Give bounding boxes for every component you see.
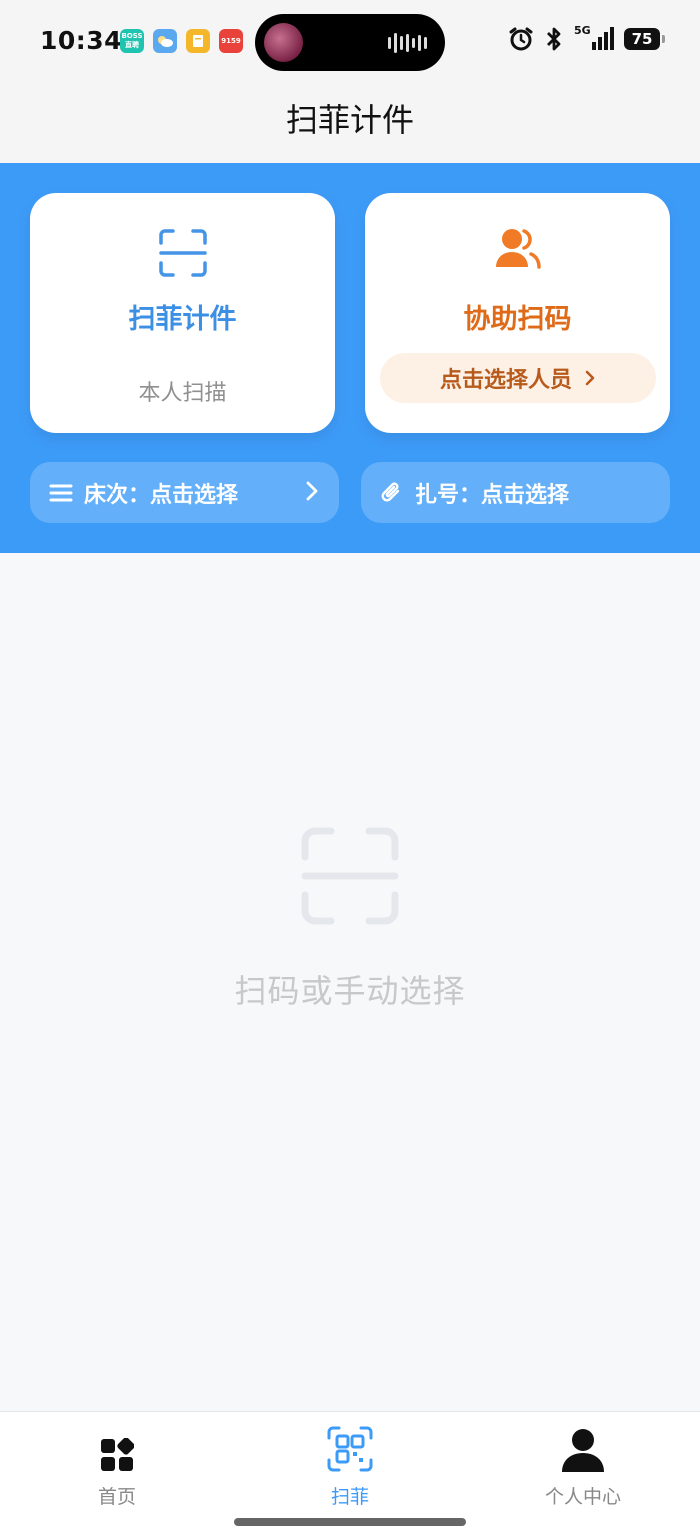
boss-app-icon: BOSS 直聘	[120, 29, 144, 53]
red-app-icon: 9159	[219, 29, 243, 53]
chevron-right-icon	[585, 370, 595, 386]
alarm-icon	[509, 27, 533, 51]
self-scan-title: 扫菲计件	[128, 304, 237, 335]
bed-select-label: 床次：点击选择	[84, 482, 239, 508]
status-app-icons: BOSS 直聘 9159	[120, 29, 243, 53]
empty-state-text: 扫码或手动选择	[234, 972, 466, 1010]
scan-header: 扫菲计件 本人扫描 协助扫码 点击选择人员 床次：点击选择 扎号：点击选择	[0, 163, 700, 553]
self-scan-subtitle: 本人扫描	[138, 381, 227, 406]
grid-icon	[101, 1438, 134, 1471]
paperclip-icon	[379, 480, 405, 506]
self-scan-card[interactable]: 扫菲计件 本人扫描	[30, 193, 335, 433]
qr-scan-icon	[327, 1426, 373, 1472]
bed-select-button[interactable]: 床次：点击选择	[30, 462, 339, 523]
menu-list-icon	[48, 480, 74, 506]
chevron-right-icon	[306, 481, 318, 501]
assist-scan-title: 协助扫码	[463, 304, 572, 335]
tie-number-select-button[interactable]: 扎号：点击选择	[361, 462, 670, 523]
select-person-button[interactable]: 点击选择人员	[380, 353, 656, 403]
tab-scan-label: 扫菲	[330, 1486, 369, 1508]
user-icon	[562, 1429, 604, 1472]
scan-placeholder-icon	[301, 827, 399, 925]
weather-app-icon	[153, 29, 177, 53]
audio-wave-icon	[388, 32, 427, 53]
signal-icon: 5G	[574, 24, 614, 52]
page-title: 扫菲计件	[285, 101, 414, 139]
notes-app-icon	[186, 29, 210, 53]
tab-profile-label: 个人中心	[544, 1486, 621, 1508]
tie-number-label: 扎号：点击选择	[415, 482, 570, 508]
tab-home-label: 首页	[97, 1486, 136, 1508]
home-indicator[interactable]	[234, 1518, 466, 1526]
music-cover-icon	[264, 23, 303, 62]
nav-bar: 扫菲计件	[0, 84, 700, 164]
assist-scan-card[interactable]: 协助扫码 点击选择人员	[365, 193, 670, 433]
status-bar: 10:34 BOSS 直聘 9159 5G 75	[0, 0, 700, 84]
tab-scan[interactable]: 扫菲	[280, 1422, 420, 1509]
bluetooth-icon	[547, 27, 561, 51]
status-right: 5G 75	[508, 24, 665, 52]
users-icon	[495, 229, 541, 269]
dynamic-island	[255, 14, 445, 71]
tab-home[interactable]: 首页	[47, 1422, 187, 1509]
scan-frame-icon	[158, 229, 207, 277]
tab-profile[interactable]: 个人中心	[513, 1422, 653, 1509]
status-time: 10:34	[40, 26, 123, 55]
select-person-label: 点击选择人员	[439, 368, 572, 393]
battery-indicator: 75	[624, 28, 665, 50]
